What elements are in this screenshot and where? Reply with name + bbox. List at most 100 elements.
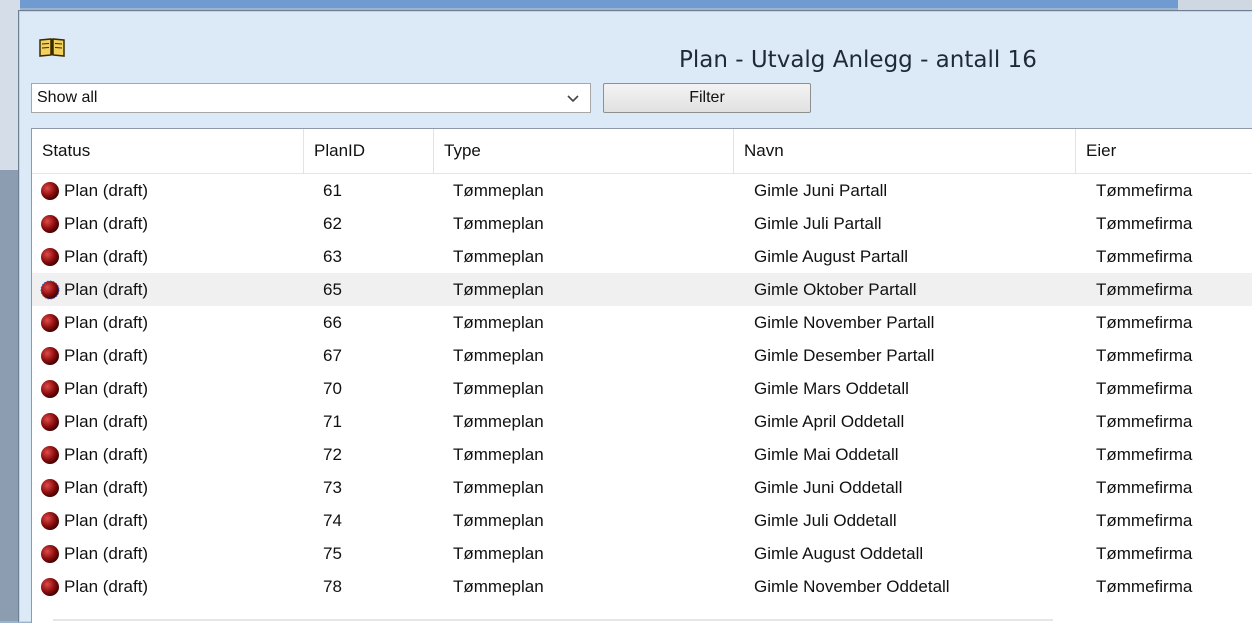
cell-navn: Gimle Mai Oddetall <box>754 445 899 464</box>
cell-eier: Tømmefirma <box>1096 247 1193 266</box>
cell-navn: Gimle Juli Oddetall <box>754 511 897 530</box>
table-row[interactable]: Plan (draft) 75 Tømmeplan Gimle August Odde… <box>32 537 1252 570</box>
cell-planid: 74 <box>323 511 342 530</box>
table-row[interactable]: Plan (draft) 72 Tømmeplan Gimle Mai Oddetal… <box>32 438 1252 471</box>
cell-planid: 73 <box>323 478 342 497</box>
cell-navn: Gimle Mars Oddetall <box>754 379 909 398</box>
cell-status: Plan (draft) <box>64 379 149 398</box>
table-row[interactable]: Plan (draft) 63 Tømmeplan Gimle August Part… <box>32 240 1252 273</box>
plan-window: Plan - Utvalg Anlegg - antall 16 Show al… <box>18 10 1252 623</box>
window-title: Plan - Utvalg Anlegg - antall 16 <box>679 47 1037 73</box>
column-header-navn[interactable]: Navn <box>734 129 1076 173</box>
cell-navn: Gimle November Oddetall <box>754 577 950 596</box>
cell-status: Plan (draft) <box>64 478 149 497</box>
cell-status: Plan (draft) <box>64 445 149 464</box>
list-rows: Plan (draft) 61 Tømmeplan Gimle Juni Partal… <box>32 174 1252 603</box>
cell-type: Tømmeplan <box>453 280 544 299</box>
cell-planid: 67 <box>323 346 342 365</box>
status-filter-value: Show all <box>37 89 98 106</box>
status-dot-icon <box>41 314 59 332</box>
cell-status: Plan (draft) <box>64 346 149 365</box>
cell-eier: Tømmefirma <box>1096 379 1193 398</box>
column-header-planid[interactable]: PlanID <box>304 129 434 173</box>
cell-status: Plan (draft) <box>64 247 149 266</box>
table-row[interactable]: Plan (draft) 62 Tømmeplan Gimle Juli Partal… <box>32 207 1252 240</box>
cell-planid: 65 <box>323 280 342 299</box>
cell-type: Tømmeplan <box>453 313 544 332</box>
cell-navn: Gimle Oktober Partall <box>754 280 917 299</box>
table-row[interactable]: Plan (draft) 78 Tømmeplan Gimle November Od… <box>32 570 1252 603</box>
table-row[interactable]: Plan (draft) 73 Tømmeplan Gimle Juni Oddeta… <box>32 471 1252 504</box>
status-dot-icon <box>41 380 59 398</box>
cell-eier: Tømmefirma <box>1096 346 1193 365</box>
status-dot-icon <box>41 413 59 431</box>
cell-eier: Tømmefirma <box>1096 478 1193 497</box>
cell-type: Tømmeplan <box>453 247 544 266</box>
cell-status: Plan (draft) <box>64 412 149 431</box>
window-titlebar: Plan - Utvalg Anlegg - antall 16 <box>19 11 1252 79</box>
table-row[interactable]: Plan (draft) 70 Tømmeplan Gimle Mars Oddeta… <box>32 372 1252 405</box>
cell-navn: Gimle August Oddetall <box>754 544 924 563</box>
status-dot-icon <box>41 446 59 464</box>
cell-status: Plan (draft) <box>64 181 149 200</box>
cell-type: Tømmeplan <box>453 511 544 530</box>
table-row[interactable]: Plan (draft) 61 Tømmeplan Gimle Juni Partal… <box>32 174 1252 207</box>
table-row[interactable]: Plan (draft) 67 Tømmeplan Gimle Desember Pa… <box>32 339 1252 372</box>
cell-eier: Tømmefirma <box>1096 445 1193 464</box>
cell-navn: Gimle Juni Oddetall <box>754 478 903 497</box>
book-icon <box>39 38 65 57</box>
cell-type: Tømmeplan <box>453 214 544 233</box>
cell-type: Tømmeplan <box>453 577 544 596</box>
list-header: Status PlanID Type Navn Eier <box>32 129 1252 174</box>
column-header-status[interactable]: Status <box>32 129 304 173</box>
filter-button[interactable]: Filter <box>603 83 811 113</box>
status-dot-icon <box>41 182 59 200</box>
status-dot-icon <box>41 545 59 563</box>
cell-navn: Gimle November Partall <box>754 313 935 332</box>
cell-navn: Gimle April Oddetall <box>754 412 905 431</box>
status-dot-icon <box>41 578 59 596</box>
table-row[interactable]: Plan (draft) 71 Tømmeplan Gimle April Oddet… <box>32 405 1252 438</box>
status-dot-icon <box>41 512 59 530</box>
cell-navn: Gimle August Partall <box>754 247 909 266</box>
table-row[interactable]: Plan (draft) 74 Tømmeplan Gimle Juli Oddeta… <box>32 504 1252 537</box>
cell-type: Tømmeplan <box>453 412 544 431</box>
background-window-edge-dark <box>0 170 20 621</box>
cell-planid: 72 <box>323 445 342 464</box>
cell-eier: Tømmefirma <box>1096 544 1193 563</box>
cell-type: Tømmeplan <box>453 181 544 200</box>
cell-status: Plan (draft) <box>64 544 149 563</box>
cell-planid: 63 <box>323 247 342 266</box>
table-row[interactable]: Plan (draft) 65 Tømmeplan Gimle Oktober Par… <box>32 273 1252 306</box>
table-row[interactable]: Plan (draft) 66 Tømmeplan Gimle November Pa… <box>32 306 1252 339</box>
cell-planid: 71 <box>323 412 342 431</box>
cell-planid: 61 <box>323 181 342 200</box>
cell-navn: Gimle Juli Partall <box>754 214 882 233</box>
column-header-type[interactable]: Type <box>434 129 734 173</box>
cell-planid: 66 <box>323 313 342 332</box>
cell-eier: Tømmefirma <box>1096 577 1193 596</box>
cell-planid: 62 <box>323 214 342 233</box>
status-dot-icon <box>41 479 59 497</box>
status-dot-icon <box>40 280 60 300</box>
chevron-down-icon[interactable] <box>566 92 580 106</box>
status-dot-icon <box>41 215 59 233</box>
column-header-eier[interactable]: Eier <box>1076 129 1252 173</box>
cell-type: Tømmeplan <box>453 445 544 464</box>
status-dot-icon <box>41 347 59 365</box>
status-dot-icon <box>41 248 59 266</box>
status-filter-select[interactable]: Show all <box>31 83 591 113</box>
cell-eier: Tømmefirma <box>1096 313 1193 332</box>
cell-eier: Tømmefirma <box>1096 511 1193 530</box>
cell-status: Plan (draft) <box>64 577 149 596</box>
cell-type: Tømmeplan <box>453 346 544 365</box>
cell-status: Plan (draft) <box>64 214 149 233</box>
cell-planid: 70 <box>323 379 342 398</box>
cell-type: Tømmeplan <box>453 544 544 563</box>
cell-type: Tømmeplan <box>453 478 544 497</box>
cell-status: Plan (draft) <box>64 313 149 332</box>
cell-eier: Tømmefirma <box>1096 412 1193 431</box>
cell-status: Plan (draft) <box>64 511 149 530</box>
cell-eier: Tømmefirma <box>1096 214 1193 233</box>
cell-type: Tømmeplan <box>453 379 544 398</box>
